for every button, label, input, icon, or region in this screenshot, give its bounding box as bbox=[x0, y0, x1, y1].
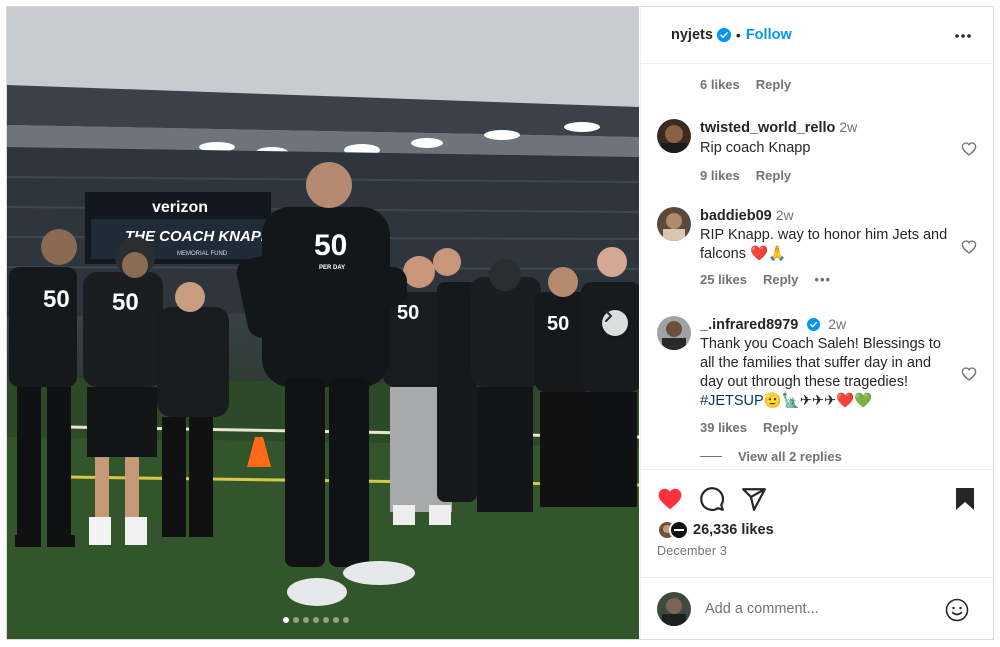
author-username[interactable]: nyjets bbox=[671, 27, 713, 43]
add-comment-input[interactable] bbox=[705, 596, 935, 622]
carousel-dot bbox=[333, 617, 339, 623]
chevron-right-icon bbox=[605, 310, 612, 322]
bookmark-icon[interactable] bbox=[953, 486, 977, 512]
comment-time[interactable]: 2w bbox=[776, 207, 794, 223]
comment-meta: 39 likes Reply bbox=[700, 420, 950, 435]
comment-text-block: Thank you Coach Saleh! Blessings to all … bbox=[700, 335, 950, 411]
carousel-dot bbox=[323, 617, 329, 623]
comment-time[interactable]: 2w bbox=[839, 119, 857, 135]
likes-count[interactable]: 26,336 likes bbox=[693, 522, 774, 538]
view-replies-button[interactable]: View all 2 replies bbox=[700, 449, 842, 464]
player2-shirt-number: 50 bbox=[112, 289, 139, 316]
comment-likes[interactable]: 25 likes bbox=[700, 272, 747, 287]
header-separator: • bbox=[735, 27, 741, 43]
player1-shirt-number: 50 bbox=[43, 286, 70, 313]
carousel-dot bbox=[343, 617, 349, 623]
comment-likes[interactable]: 39 likes bbox=[700, 420, 747, 435]
post-dialog: verizon THE COACH KNAPP MEMORIAL FUND 50… bbox=[6, 6, 995, 640]
stadium-scene: verizon THE COACH KNAPP MEMORIAL FUND 50… bbox=[7, 7, 639, 639]
like-comment-heart-icon[interactable] bbox=[961, 366, 977, 382]
carousel-dot bbox=[293, 617, 299, 623]
scoreboard-brand: verizon bbox=[152, 199, 208, 216]
post-actions: 26,336 likes December 3 bbox=[641, 469, 995, 577]
emoji-icon[interactable] bbox=[945, 598, 969, 622]
comment-username[interactable]: twisted_world_rello bbox=[700, 120, 835, 136]
comment-item: twisted_world_rello 2w Rip coach Knapp 9 … bbox=[657, 119, 987, 189]
verified-badge-icon bbox=[716, 28, 731, 42]
likes-summary[interactable]: 26,336 likes bbox=[657, 520, 774, 540]
comment-meta: 9 likes Reply bbox=[700, 168, 950, 183]
player4-shirt-number: 50 bbox=[547, 313, 569, 335]
post-side-panel: nyjets • Follow 6 likes Reply twisted_wo… bbox=[640, 7, 995, 639]
follow-button[interactable]: Follow bbox=[746, 27, 792, 43]
more-horizontal-icon[interactable] bbox=[954, 27, 972, 45]
avatar[interactable] bbox=[657, 119, 691, 153]
hashtag-link[interactable]: #JETSUP bbox=[700, 393, 764, 409]
scoreboard-sub: MEMORIAL FUND bbox=[177, 251, 228, 257]
like-comment-heart-icon[interactable] bbox=[961, 141, 977, 157]
previous-comment-meta: 6 likes Reply bbox=[700, 77, 791, 92]
share-icon[interactable] bbox=[741, 486, 767, 512]
carousel-dot bbox=[313, 617, 319, 623]
avatar bbox=[669, 520, 689, 540]
divider bbox=[700, 456, 722, 457]
avatar[interactable] bbox=[657, 316, 691, 350]
carousel-next-button[interactable] bbox=[602, 310, 628, 336]
like-comment-heart-icon[interactable] bbox=[961, 239, 977, 255]
coach-shirt-sub: PER DAY bbox=[319, 265, 345, 271]
verified-badge-icon bbox=[806, 318, 820, 332]
comment-likes[interactable]: 6 likes bbox=[700, 77, 740, 92]
carousel-dot bbox=[283, 617, 289, 623]
comment-likes[interactable]: 9 likes bbox=[700, 168, 740, 183]
comments-list[interactable]: 6 likes Reply twisted_world_rello 2w Rip … bbox=[641, 64, 995, 469]
comment-username[interactable]: _.infrared8979 bbox=[700, 317, 798, 333]
comment-icon[interactable] bbox=[699, 486, 725, 512]
post-date[interactable]: December 3 bbox=[657, 544, 727, 558]
post-header: nyjets • Follow bbox=[641, 7, 994, 64]
carousel-indicator bbox=[283, 617, 349, 623]
view-replies-label: View all 2 replies bbox=[738, 449, 842, 464]
add-comment-bar bbox=[641, 577, 995, 639]
coach-shirt-number: 50 bbox=[314, 229, 347, 262]
avatar[interactable] bbox=[657, 207, 691, 241]
reply-button[interactable]: Reply bbox=[763, 420, 798, 435]
post-photo[interactable]: verizon THE COACH KNAPP MEMORIAL FUND 50… bbox=[7, 7, 639, 639]
reply-button[interactable]: Reply bbox=[756, 168, 791, 183]
comment-meta: 25 likes Reply ••• bbox=[700, 272, 950, 287]
comment-item: baddieb09 2w RIP Knapp. way to honor him … bbox=[657, 207, 987, 297]
reply-button[interactable]: Reply bbox=[763, 272, 798, 287]
comment-emojis: 🫡🗽✈✈✈❤️💚 bbox=[763, 393, 873, 409]
comment-text: Thank you Coach Saleh! Blessings to all … bbox=[700, 336, 941, 390]
comment-text: Rip coach Knapp bbox=[700, 140, 811, 156]
current-user-avatar bbox=[657, 592, 691, 626]
heart-icon[interactable] bbox=[657, 486, 683, 512]
comment-username[interactable]: baddieb09 bbox=[700, 208, 772, 224]
comment-item: _.infrared8979 2w Thank you Coach Saleh!… bbox=[657, 316, 987, 446]
carousel-dot bbox=[303, 617, 309, 623]
comment-options-button[interactable]: ••• bbox=[814, 272, 831, 287]
comment-text: RIP Knapp. way to honor him Jets and fal… bbox=[700, 227, 948, 262]
reply-button[interactable]: Reply bbox=[756, 77, 791, 92]
comment-time[interactable]: 2w bbox=[828, 316, 846, 332]
player3-shirt-number: 50 bbox=[397, 302, 419, 324]
